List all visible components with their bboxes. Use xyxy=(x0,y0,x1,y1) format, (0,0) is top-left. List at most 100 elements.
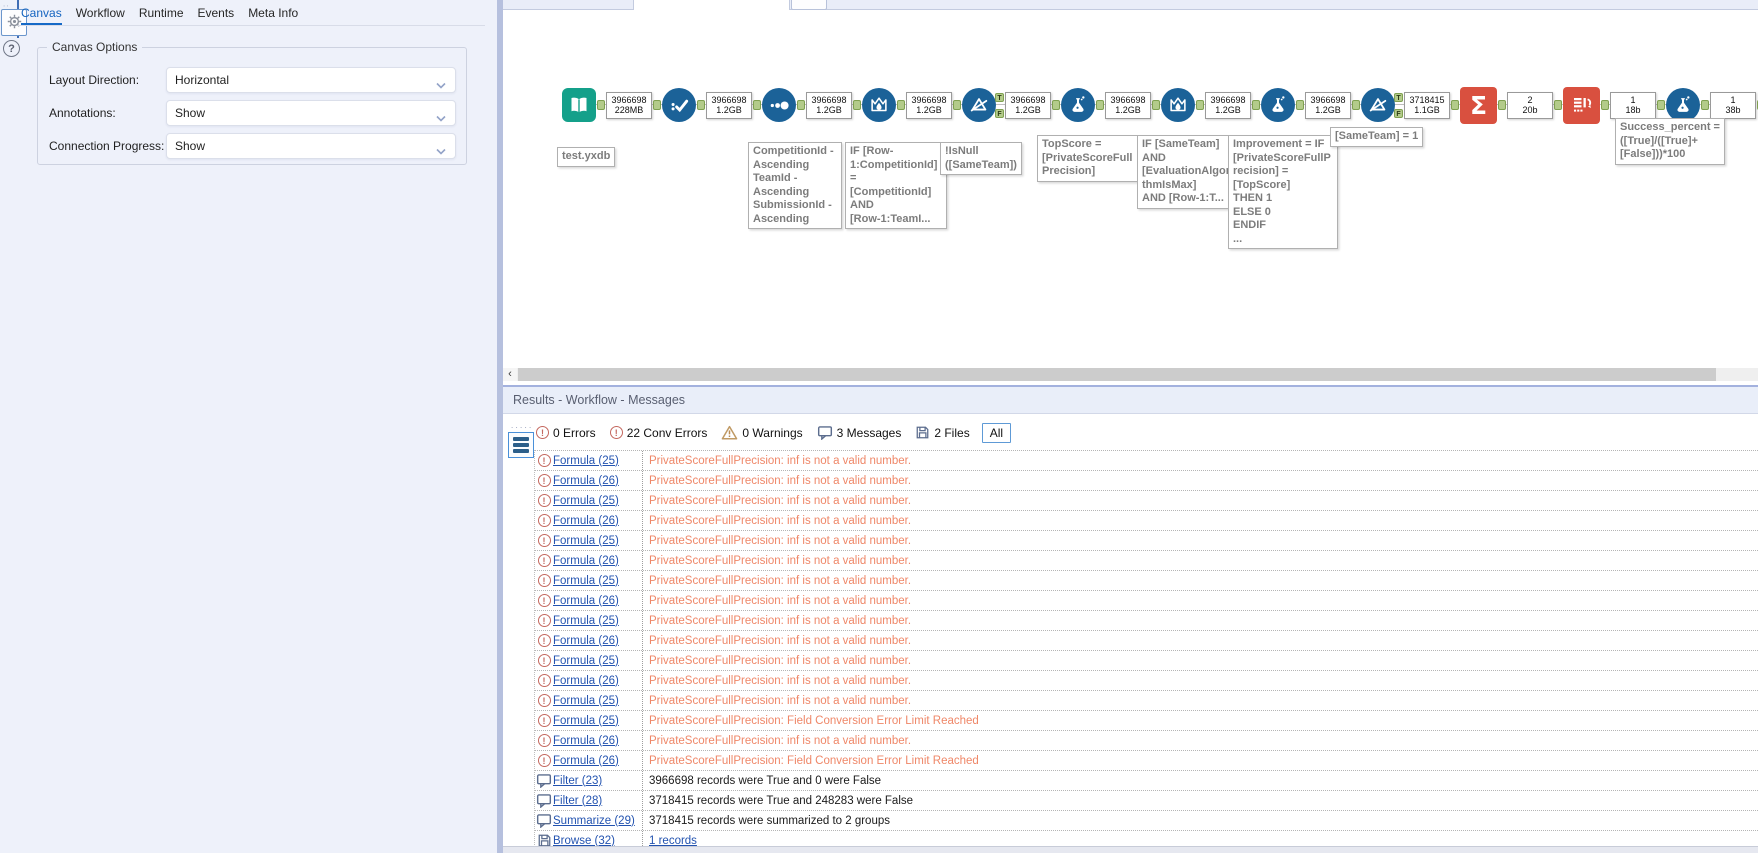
option-label: Layout Direction: xyxy=(49,73,140,87)
message-row[interactable]: ! Formula (26) PrivateScoreFullPrecision: … xyxy=(535,551,1758,571)
message-row[interactable]: ! Formula (25) PrivateScoreFullPrecision: … xyxy=(535,711,1758,731)
message-row[interactable]: ! Formula (25) PrivateScoreFullPrecision: … xyxy=(535,691,1758,711)
message-row[interactable]: Filter (23) 3966698 records were True and… xyxy=(535,771,1758,791)
message-tool-label: Browse (32) xyxy=(553,835,642,847)
message-row[interactable]: ! Formula (25) PrivateScoreFullPrecision: … xyxy=(535,451,1758,471)
tool-link[interactable]: Filter (28) xyxy=(553,795,602,807)
formula-tool[interactable] xyxy=(1666,88,1700,122)
all-filter-button[interactable]: All xyxy=(981,422,1012,443)
tool-link[interactable]: Formula (25) xyxy=(553,535,619,547)
message-row[interactable]: ! Formula (26) PrivateScoreFullPrecision: … xyxy=(535,471,1758,491)
message-tool-label: Formula (25) xyxy=(553,615,642,627)
results-gutter: ∙∙∙∙∙ xyxy=(508,423,536,458)
message-text: PrivateScoreFullPrecision: inf is not a … xyxy=(642,551,1758,570)
count-label: 2 Files xyxy=(934,425,970,440)
option-dropdown[interactable]: Show xyxy=(166,133,456,159)
message-row[interactable]: ! Formula (26) PrivateScoreFullPrecision: … xyxy=(535,671,1758,691)
filter-tool[interactable] xyxy=(962,88,996,122)
tool-link[interactable]: Formula (25) xyxy=(553,575,619,587)
true-anchor: T xyxy=(995,92,1004,102)
tab-events[interactable]: Events xyxy=(198,6,235,25)
workflow-canvas[interactable]: 3966698 228MB 3966698 1.2GB 3966698 1.2GB 3966… xyxy=(503,0,1758,368)
select-records-tool[interactable] xyxy=(662,88,696,122)
records-link[interactable]: 1 records xyxy=(649,835,697,847)
tab-workflow[interactable]: Workflow xyxy=(76,6,125,25)
help-icon[interactable]: ? xyxy=(3,40,20,57)
tool-annotation: TopScore = [PrivateScoreFull Precision] xyxy=(1037,135,1143,182)
record-count: 1 xyxy=(1630,94,1636,105)
count-0-errors[interactable]: ! 0 Errors xyxy=(536,426,596,440)
tool-link[interactable]: Summarize (29) xyxy=(553,815,635,827)
canvas-hscrollbar[interactable]: ‹ xyxy=(503,368,1758,381)
tool-link[interactable]: Browse (32) xyxy=(553,835,615,847)
tool-link[interactable]: Formula (26) xyxy=(553,755,619,767)
canvas-active-tab[interactable] xyxy=(633,0,790,10)
connection-anchor xyxy=(1096,100,1104,110)
formula-tool[interactable] xyxy=(1261,88,1295,122)
tool-link[interactable]: Formula (26) xyxy=(553,595,619,607)
filter-tool[interactable] xyxy=(1361,88,1395,122)
tool-annotation: !IsNull ([SameTeam]) xyxy=(940,142,1022,175)
multi-row-formula-tool[interactable] xyxy=(1161,88,1195,122)
tool-link[interactable]: Filter (23) xyxy=(553,775,602,787)
count-2-files[interactable]: 2 Files xyxy=(915,425,970,440)
input-data-tool[interactable] xyxy=(562,88,596,122)
chevron-down-icon xyxy=(436,144,446,158)
record-count: 3966698 xyxy=(1310,94,1346,105)
message-row[interactable]: Filter (28) 3718415 records were True and… xyxy=(535,791,1758,811)
file-icon xyxy=(916,426,929,439)
tool-link[interactable]: Formula (25) xyxy=(553,495,619,507)
tool-link[interactable]: Formula (25) xyxy=(553,695,619,707)
data-size: 1.1GB xyxy=(1414,105,1440,115)
summarize-tool[interactable]: Σ xyxy=(1460,86,1497,124)
tool-link[interactable]: Formula (25) xyxy=(553,715,619,727)
tool-link[interactable]: Formula (26) xyxy=(553,735,619,747)
option-row: Layout Direction: Horizontal xyxy=(38,67,466,93)
message-row[interactable]: ! Formula (25) PrivateScoreFullPrecision: … xyxy=(535,491,1758,511)
canvas-tab-fragment[interactable] xyxy=(791,0,827,10)
message-layout-button[interactable] xyxy=(508,432,534,458)
formula-tool[interactable] xyxy=(1061,88,1095,122)
tool-link[interactable]: Formula (25) xyxy=(553,455,619,467)
tool-link[interactable]: Formula (26) xyxy=(553,475,619,487)
data-size: 1.2GB xyxy=(916,105,942,115)
tool-link[interactable]: Formula (26) xyxy=(553,635,619,647)
message-tool-label: Formula (25) xyxy=(553,535,642,547)
message-row[interactable]: Summarize (29) 3718415 records were summa… xyxy=(535,811,1758,831)
tool-link[interactable]: Formula (26) xyxy=(553,555,619,567)
crosstab-tool[interactable] xyxy=(1563,86,1600,124)
message-row[interactable]: ! Formula (25) PrivateScoreFullPrecision: … xyxy=(535,651,1758,671)
tool-link[interactable]: Formula (25) xyxy=(553,655,619,667)
tool-annotation: Success_percent = ([True]/([True]+ [Fals… xyxy=(1615,118,1725,165)
option-dropdown[interactable]: Show xyxy=(166,100,456,126)
error-icon: ! xyxy=(535,594,553,607)
tab-meta-info[interactable]: Meta Info xyxy=(248,6,298,25)
data-size: 1.2GB xyxy=(816,105,842,115)
message-row[interactable]: ! Formula (26) PrivateScoreFullPrecision: … xyxy=(535,631,1758,651)
tool-link[interactable]: Formula (26) xyxy=(553,675,619,687)
scrollbar-thumb[interactable] xyxy=(518,368,1716,381)
message-row[interactable]: ! Formula (26) PrivateScoreFullPrecision: … xyxy=(535,751,1758,771)
tool-link[interactable]: Formula (25) xyxy=(553,615,619,627)
message-row[interactable]: ! Formula (26) PrivateScoreFullPrecision: … xyxy=(535,591,1758,611)
count-3-messages[interactable]: 3 Messages xyxy=(817,425,901,440)
message-bubble-icon xyxy=(536,794,552,808)
message-row[interactable]: ! Formula (26) PrivateScoreFullPrecision: … xyxy=(535,511,1758,531)
count-22-conv-errors[interactable]: ! 22 Conv Errors xyxy=(609,426,707,440)
error-icon: ! xyxy=(535,514,553,527)
message-row[interactable]: ! Formula (25) PrivateScoreFullPrecision: … xyxy=(535,571,1758,591)
sort-tool[interactable] xyxy=(762,88,796,122)
message-text: PrivateScoreFullPrecision: inf is not a … xyxy=(642,571,1758,590)
count-0-warnings[interactable]: 0 Warnings xyxy=(721,425,803,440)
tool-link[interactable]: Formula (26) xyxy=(553,515,619,527)
error-icon: ! xyxy=(535,734,553,747)
message-row[interactable]: ! Formula (26) PrivateScoreFullPrecision: … xyxy=(535,731,1758,751)
tab-runtime[interactable]: Runtime xyxy=(139,6,184,25)
option-dropdown[interactable]: Horizontal xyxy=(166,67,456,93)
message-row[interactable]: ! Formula (25) PrivateScoreFullPrecision: … xyxy=(535,611,1758,631)
multi-row-formula-tool[interactable] xyxy=(862,88,896,122)
tab-canvas[interactable]: Canvas xyxy=(21,6,62,25)
scroll-left-arrow[interactable]: ‹ xyxy=(503,368,517,381)
message-row[interactable]: ! Formula (25) PrivateScoreFullPrecision: … xyxy=(535,531,1758,551)
error-icon: ! xyxy=(535,554,553,567)
